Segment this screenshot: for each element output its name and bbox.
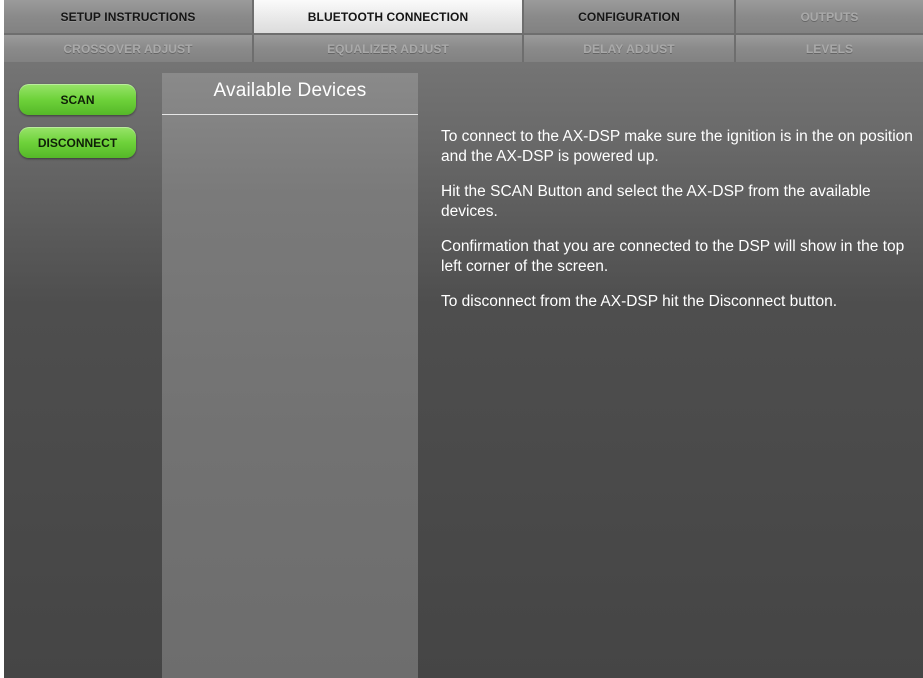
instruction-paragraph: To disconnect from the AX-DSP hit the Di…	[441, 293, 838, 310]
tab-equalizer-adjust[interactable]: EQUALIZER ADJUST	[254, 35, 524, 62]
available-devices-panel: Available Devices	[162, 73, 418, 678]
instruction-paragraph: Confirmation that you are connected to t…	[441, 238, 905, 275]
tab-bluetooth-connection[interactable]: BLUETOOTH CONNECTION	[254, 0, 524, 33]
app-frame: SETUP INSTRUCTIONS BLUETOOTH CONNECTION …	[4, 0, 923, 678]
instructions-text: To connect to the AX-DSP make sure the i…	[441, 127, 921, 327]
scan-button[interactable]: SCAN	[19, 84, 136, 115]
device-list[interactable]	[162, 116, 418, 676]
tab-delay-adjust[interactable]: DELAY ADJUST	[524, 35, 736, 62]
tab-configuration[interactable]: CONFIGURATION	[524, 0, 736, 33]
tab-bar: SETUP INSTRUCTIONS BLUETOOTH CONNECTION …	[4, 0, 923, 64]
instruction-paragraph: Hit the SCAN Button and select the AX-DS…	[441, 183, 871, 220]
tab-row-primary: SETUP INSTRUCTIONS BLUETOOTH CONNECTION …	[4, 0, 923, 33]
tab-row-secondary: CROSSOVER ADJUST EQUALIZER ADJUST DELAY …	[4, 35, 923, 62]
tab-setup-instructions[interactable]: SETUP INSTRUCTIONS	[4, 0, 254, 33]
tab-outputs[interactable]: OUTPUTS	[736, 0, 923, 33]
instruction-paragraph: To connect to the AX-DSP make sure the i…	[441, 128, 913, 165]
available-devices-title: Available Devices	[213, 80, 367, 101]
tab-levels[interactable]: LEVELS	[736, 35, 923, 62]
tab-crossover-adjust[interactable]: CROSSOVER ADJUST	[4, 35, 254, 62]
available-devices-divider	[162, 114, 418, 115]
disconnect-button[interactable]: DISCONNECT	[19, 127, 136, 158]
